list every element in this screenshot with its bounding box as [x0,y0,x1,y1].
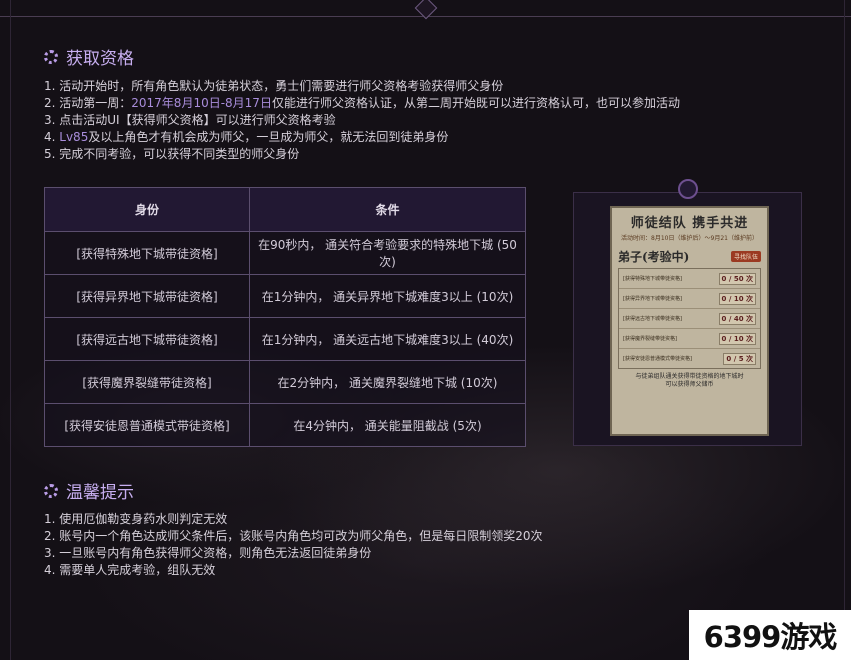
list-item: 2. 活动第一周：2017年8月10日-8月17日仅能进行师父资格认证，从第二周… [44,95,680,112]
identity-cell: [获得远古地下城带徒资格] [44,317,250,361]
poster-row-count: 0 / 5 次 [723,352,756,365]
identity-cell: [获得魔界裂缝带徒资格] [44,360,250,404]
identity-cell: [获得特殊地下城带徒资格] [44,231,250,275]
condition-cell: 在2分钟内， 通关魔界裂缝地下城 (10次) [249,360,526,404]
poster-row-text: [获得特殊地下城带徒资格] [623,275,682,282]
poster-rows: [获得特殊地下城带徒资格] 0 / 50 次 [获得异界地下城带徒资格] 0 / 10… [618,268,761,369]
poster-row: [获得远古地下城带徒资格] 0 / 40 次 [619,309,760,329]
list-item: 3. 一旦账号内有角色获得师父资格，则角色无法返回徒弟身份 [44,546,372,560]
find-team-button[interactable]: 寻找队伍 [730,251,761,262]
tips-list: 1. 使用厄伽勒变身药水则判定无效 2. 账号内一个角色达成师父条件后，该账号内角… [44,511,543,579]
table-body: [获得特殊地下城带徒资格] 在90秒内， 通关符合考验要求的特殊地下城 (50次)… [44,231,526,447]
poster-footer: 与徒弟组队通关获得带徒资格的地下城时 可以获得师父储币 [612,373,767,389]
table-row: [获得魔界裂缝带徒资格] 在2分钟内， 通关魔界裂缝地下城 (10次) [44,360,526,404]
condition-cell: 在1分钟内， 通关异界地下城难度3以上 (10次) [249,274,526,318]
table-header-row: 身份 条件 [44,187,526,232]
condition-cell: 在1分钟内， 通关远古地下城难度3以上 (40次) [249,317,526,361]
poster-row-text: [获得安徒恩普通模式带徒资格] [623,355,692,362]
poster-footer-line: 可以获得师父储币 [665,381,714,388]
identity-cell: [获得安徒恩普通模式带徒资格] [44,403,250,447]
qualification-list: 1. 活动开始时，所有角色默认为徒弟状态，勇士们需要进行师父资格考验获得师父身份… [44,78,680,163]
table-row: [获得异界地下城带徒资格] 在1分钟内， 通关异界地下城难度3以上 (10次) [44,274,526,318]
watermark-logo: 6399游戏 [689,610,851,660]
table-row: [获得远古地下城带徒资格] 在1分钟内， 通关远古地下城难度3以上 (40次) [44,317,526,361]
section-title-label: 获取资格 [66,49,134,69]
gear-icon [44,49,58,64]
table-row: [获得特殊地下城带徒资格] 在90秒内， 通关符合考验要求的特殊地下城 (50次) [44,231,526,275]
list-item-text: 仅能进行师父资格认证，从第二周开始既可以进行资格认可，也可以参加活动 [271,96,680,110]
list-item: 1. 活动开始时，所有角色默认为徒弟状态，勇士们需要进行师父资格考验获得师父身份 [44,78,680,95]
poster-row-count: 0 / 40 次 [718,312,756,325]
poster-title: 师徒结队 携手共进 [630,216,749,231]
list-item-text: 4. [44,130,60,144]
poster-header: 弟子(考验中) 寻找队伍 [618,248,761,265]
list-item: 1. 使用厄伽勒变身药水则判定无效 [44,512,228,526]
poster-row: [获得特殊地下城带徒资格] 0 / 50 次 [619,269,760,289]
event-ui-preview: 师徒结队 携手共进 活动时间：8月10日（维护后）～9月21（维护前） 弟子(考… [573,179,802,446]
right-frame-border [844,0,851,660]
identity-cell: [获得异界地下城带徒资格] [44,274,250,318]
poster-row-text: [获得远古地下城带徒资格] [623,315,682,322]
list-item-text: 1. 活动开始时，所有角色默认为徒弟状态，勇士们需要进行师父资格考验获得师父身份 [44,79,504,93]
poster-footer-line: 与徒弟组队通关获得带徒资格的地下城时 [635,373,744,380]
list-item-text: 3. 点击活动UI【获得师父资格】可以进行师父资格考验 [44,113,336,127]
event-poster: 师徒结队 携手共进 活动时间：8月10日（维护后）～9月21（维护前） 弟子(考… [610,206,769,436]
preview-ornament-icon [678,179,698,199]
list-item-highlight: Lv85 [59,130,89,144]
list-item: 5. 完成不同考验，可以获得不同类型的师父身份 [44,146,680,163]
poster-row: [获得安徒恩普通模式带徒资格] 0 / 5 次 [619,349,760,368]
list-item-text: 5. 完成不同考验，可以获得不同类型的师父身份 [44,147,300,161]
poster-row: [获得异界地下城带徒资格] 0 / 10 次 [619,289,760,309]
poster-row-count: 0 / 50 次 [718,272,756,285]
section-title-label: 温馨提示 [66,483,134,503]
poster-row: [获得魔界裂缝带徒资格] 0 / 10 次 [619,329,760,349]
poster-row-text: [获得异界地下城带徒资格] [623,295,682,302]
header-identity: 身份 [44,187,250,232]
table-row: [获得安徒恩普通模式带徒资格] 在4分钟内， 通关能量阻截战 (5次) [44,403,526,447]
poster-disciple-label: 弟子(考验中) [618,250,690,264]
list-item-text: 2. 活动第一周： [44,96,132,110]
poster-row-text: [获得魔界裂缝带徒资格] [623,335,677,342]
left-frame-border [0,0,11,660]
poster-row-count: 0 / 10 次 [718,332,756,345]
condition-cell: 在4分钟内， 通关能量阻截战 (5次) [249,403,526,447]
poster-date: 活动时间：8月10日（维护后）～9月21（维护前） [621,235,758,242]
list-item-highlight: 2017年8月10日-8月17日 [131,96,272,110]
requirements-table: 身份 条件 [获得特殊地下城带徒资格] 在90秒内， 通关符合考验要求的特殊地下城… [44,187,526,447]
condition-cell: 在90秒内， 通关符合考验要求的特殊地下城 (50次) [249,231,526,275]
section-title-tips: 温馨提示 [44,478,134,503]
list-item: 2. 账号内一个角色达成师父条件后，该账号内角色均可改为师父角色，但是每日限制领… [44,529,543,543]
header-condition: 条件 [249,187,526,232]
section-title-qualification: 获取资格 [44,44,134,69]
list-item: 4. 需要单人完成考验，组队无效 [44,563,216,577]
gear-icon [44,483,58,498]
poster-row-count: 0 / 10 次 [718,292,756,305]
list-item: 4. Lv85及以上角色才有机会成为师父，一旦成为师父，就无法回到徒弟身份 [44,129,680,146]
list-item: 3. 点击活动UI【获得师父资格】可以进行师父资格考验 [44,112,680,129]
list-item-text: 及以上角色才有机会成为师父，一旦成为师父，就无法回到徒弟身份 [88,130,449,144]
